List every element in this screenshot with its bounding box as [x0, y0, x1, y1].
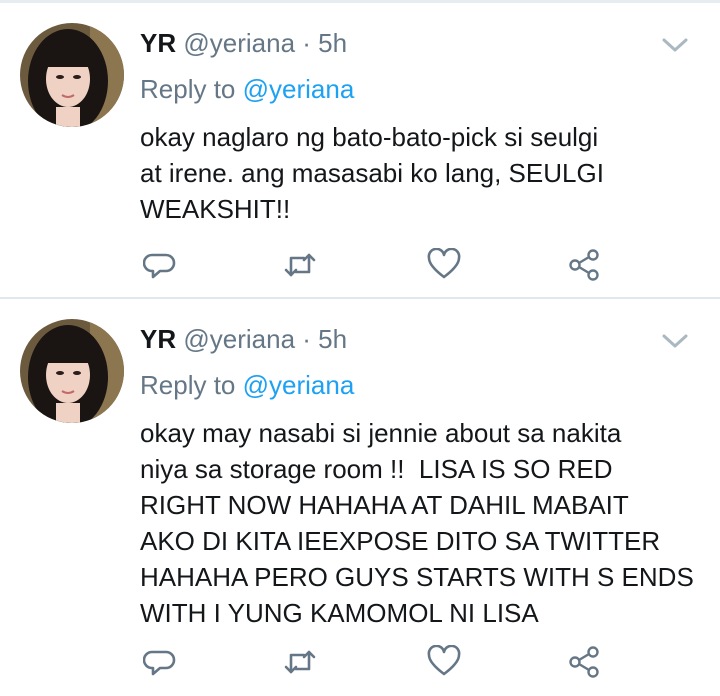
reply-icon — [142, 248, 177, 287]
avatar[interactable] — [20, 319, 124, 423]
share-button[interactable] — [564, 644, 604, 684]
chevron-down-icon[interactable] — [660, 331, 690, 351]
tweet-text: okay may nasabi si jennie about sa nakit… — [140, 418, 694, 628]
tweet-header: YR @yeriana · 5h — [140, 27, 347, 59]
reply-mention-link[interactable]: @yeriana — [243, 370, 355, 400]
share-icon — [567, 248, 601, 287]
timestamp[interactable]: 5h — [318, 28, 347, 58]
avatar[interactable] — [20, 23, 124, 127]
tweet[interactable]: YR @yeriana · 5h Reply to @yeriana okay … — [0, 3, 720, 299]
reply-label: Reply to — [140, 370, 236, 400]
user-handle[interactable]: @yeriana — [183, 324, 295, 354]
like-icon — [426, 644, 462, 684]
separator: · — [302, 324, 311, 354]
reply-context: Reply to @yeriana — [140, 369, 354, 401]
retweet-button[interactable] — [280, 644, 320, 684]
reply-button[interactable] — [140, 644, 180, 684]
chevron-down-icon[interactable] — [660, 35, 690, 55]
tweet-text: okay naglaro ng bato-bato-pick si seulgi… — [140, 122, 604, 224]
reply-label: Reply to — [140, 74, 236, 104]
retweet-button[interactable] — [280, 247, 320, 287]
display-name[interactable]: YR — [140, 28, 176, 58]
share-icon — [567, 645, 601, 684]
reply-button[interactable] — [140, 247, 180, 287]
reply-icon — [142, 645, 177, 684]
share-button[interactable] — [564, 247, 604, 287]
retweet-icon — [282, 248, 318, 287]
separator: · — [302, 28, 311, 58]
like-button[interactable] — [424, 247, 464, 287]
action-bar — [140, 644, 620, 684]
retweet-icon — [282, 645, 318, 684]
tweet-header: YR @yeriana · 5h — [140, 323, 347, 355]
tweet[interactable]: YR @yeriana · 5h Reply to @yeriana okay … — [0, 299, 720, 696]
action-bar — [140, 247, 620, 287]
reply-context: Reply to @yeriana — [140, 73, 354, 105]
like-button[interactable] — [424, 644, 464, 684]
display-name[interactable]: YR — [140, 324, 176, 354]
reply-mention-link[interactable]: @yeriana — [243, 74, 355, 104]
timestamp[interactable]: 5h — [318, 324, 347, 354]
user-handle[interactable]: @yeriana — [183, 28, 295, 58]
like-icon — [426, 247, 462, 287]
